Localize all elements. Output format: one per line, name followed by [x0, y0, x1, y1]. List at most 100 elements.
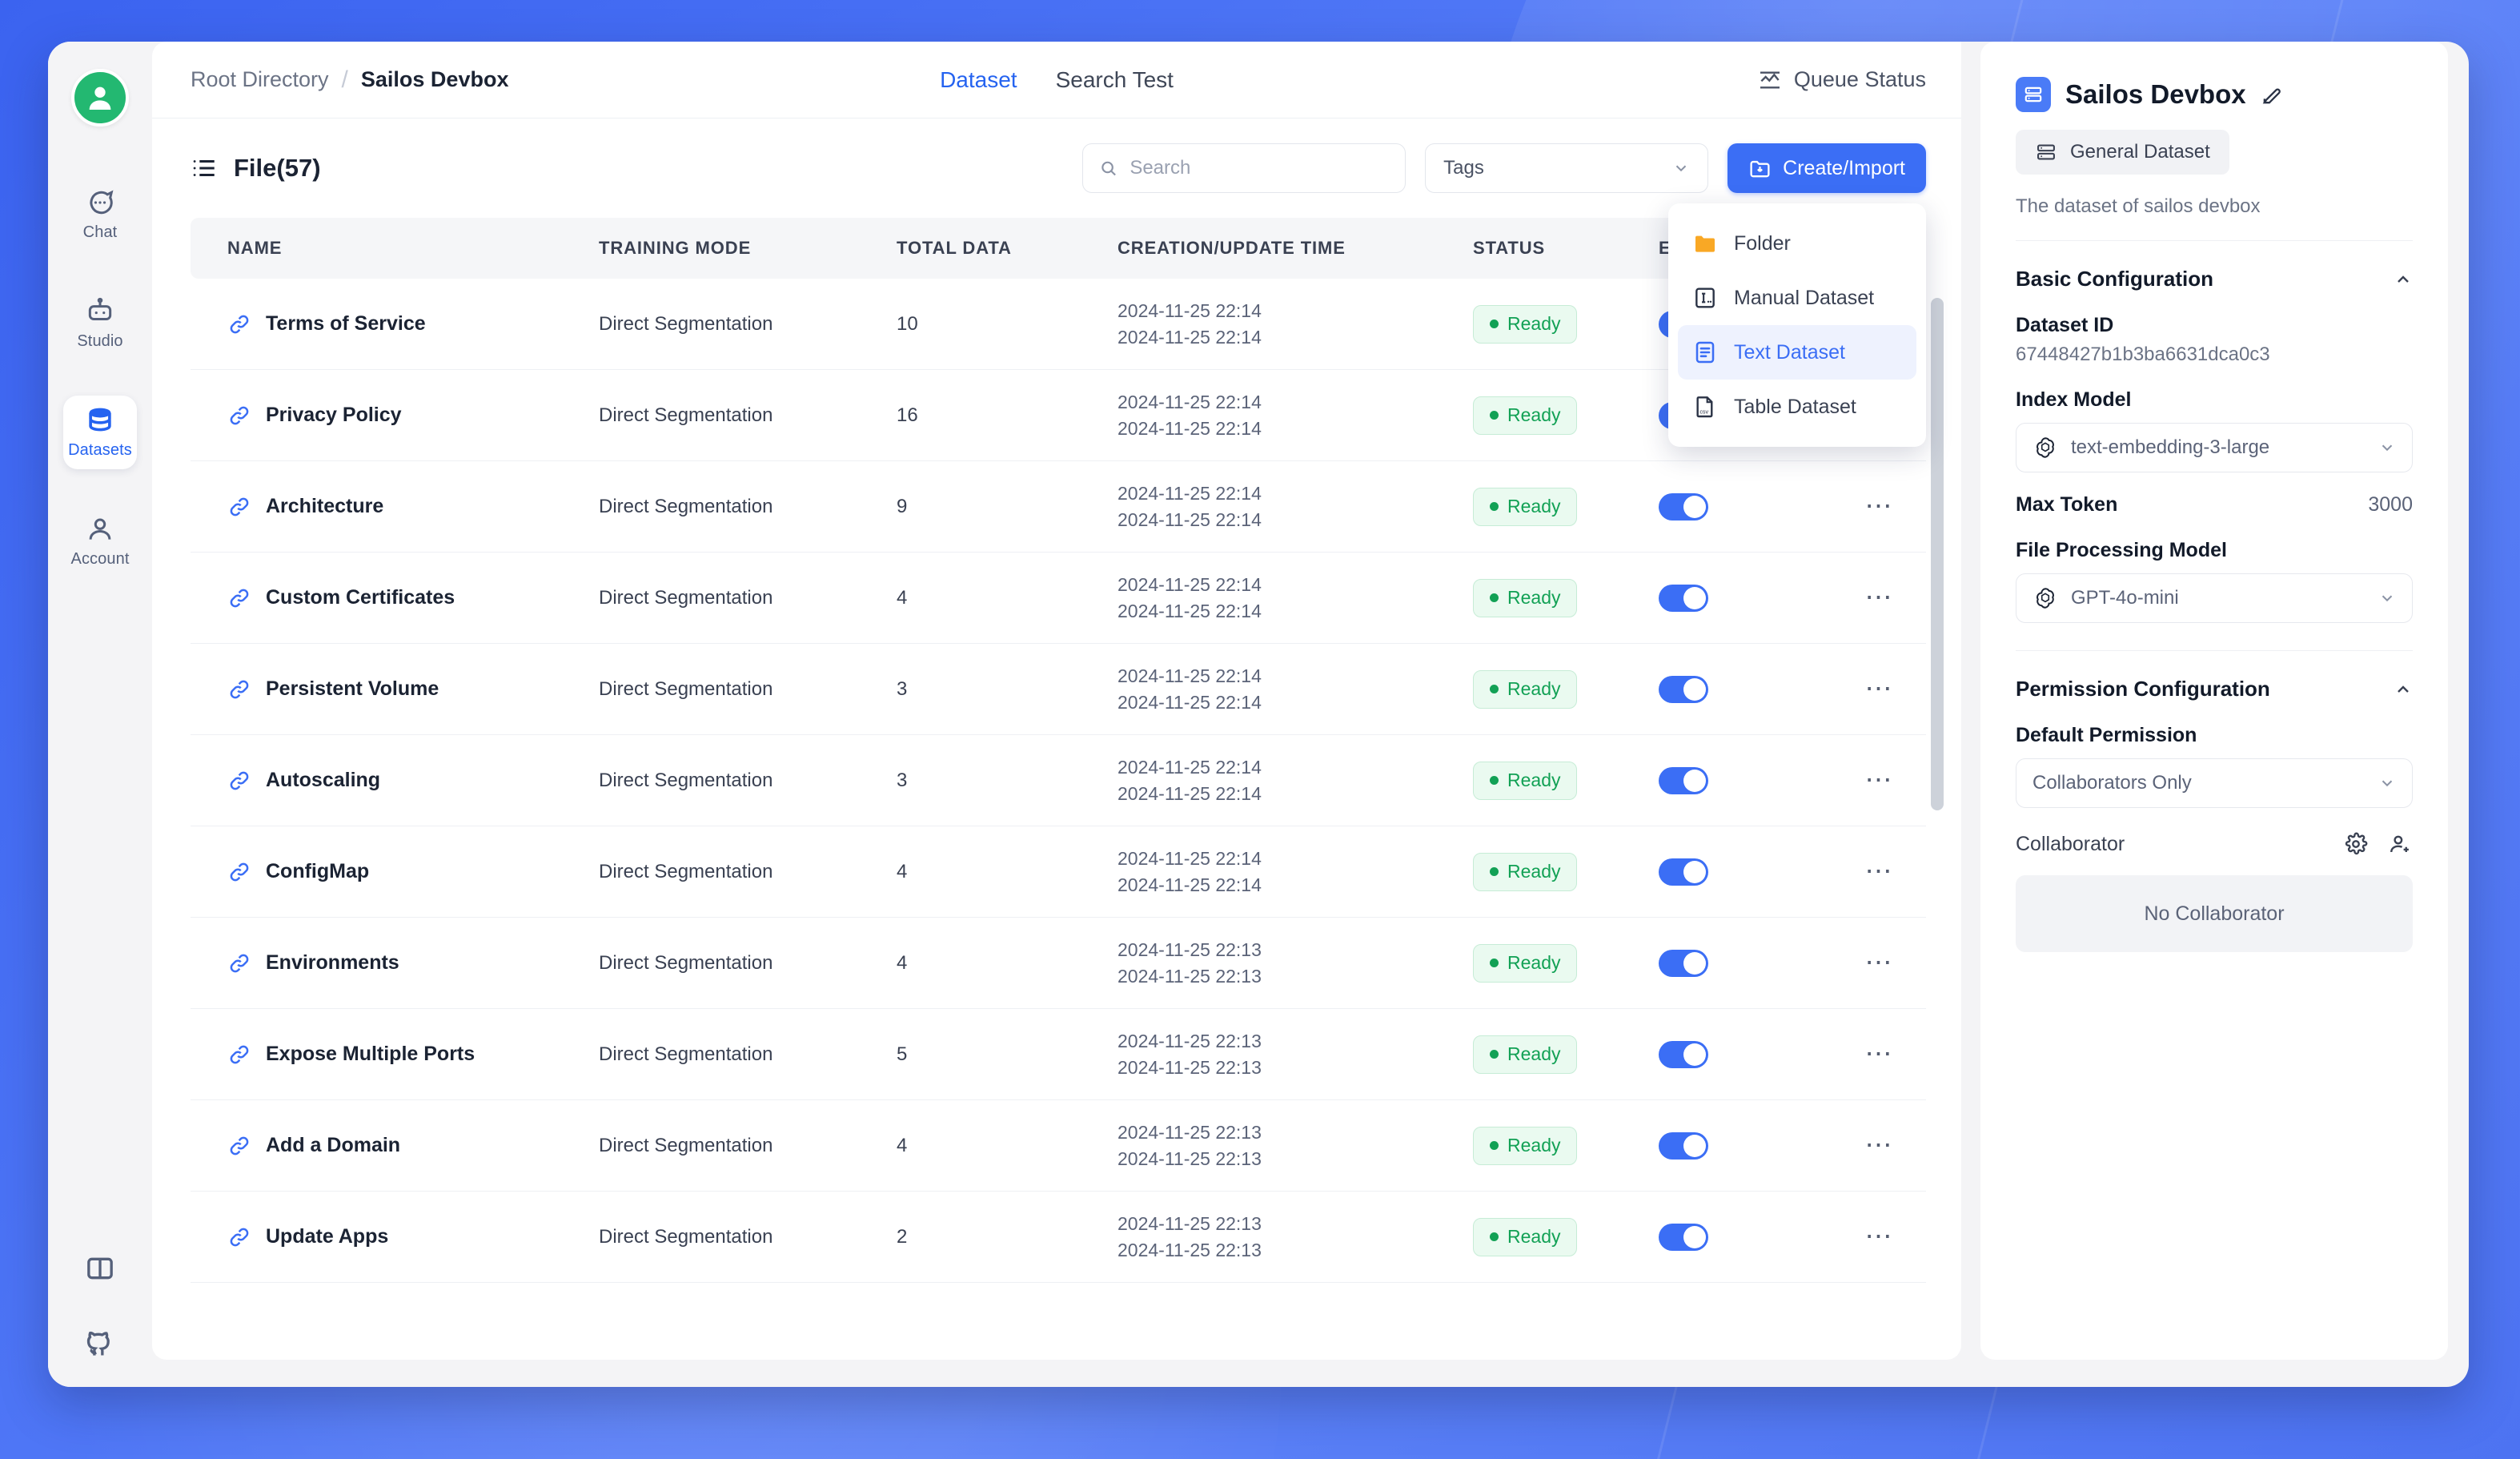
enable-toggle[interactable] — [1659, 949, 1708, 977]
status-label: Ready — [1507, 404, 1561, 425]
training-mode-cell: Direct Segmentation — [599, 769, 773, 791]
table-row[interactable]: Terms of Service Direct Segmentation 10 202… — [191, 279, 1926, 370]
github-icon[interactable] — [84, 1326, 116, 1358]
file-name-cell[interactable]: Expose Multiple Ports — [227, 1043, 583, 1067]
status-label: Ready — [1507, 1043, 1561, 1064]
index-model-select[interactable]: text-embedding-3-large — [2016, 423, 2413, 472]
enable-toggle[interactable] — [1659, 1131, 1708, 1160]
enable-toggle[interactable] — [1659, 584, 1708, 612]
tab-dataset[interactable]: Dataset — [940, 67, 1017, 93]
table-row[interactable]: Add a Domain Direct Segmentation 4 2024-11-… — [191, 1100, 1926, 1192]
sidebar-item-account[interactable]: Account — [63, 504, 137, 578]
link-icon — [230, 771, 249, 790]
gear-icon[interactable] — [2344, 832, 2368, 856]
chevron-down-icon — [2382, 780, 2393, 787]
menu-item-manual-dataset[interactable]: Manual Dataset — [1678, 271, 1916, 325]
enable-toggle[interactable] — [1659, 675, 1708, 703]
table-row[interactable]: Autoscaling Direct Segmentation 3 2024-11-2… — [191, 735, 1926, 826]
chevron-up-icon[interactable] — [2394, 680, 2413, 699]
menu-item-table-dataset[interactable]: csv Table Dataset — [1678, 380, 1916, 434]
time-cell: 2024-11-25 22:13 2024-11-25 22:13 — [1118, 939, 1457, 987]
tags-filter-select[interactable]: Tags — [1425, 143, 1709, 193]
breadcrumb-root[interactable]: Root Directory — [191, 67, 329, 92]
file-name: Expose Multiple Ports — [266, 1043, 476, 1065]
add-user-icon[interactable] — [2389, 832, 2413, 856]
search-input[interactable] — [1130, 157, 1390, 179]
enable-toggle[interactable] — [1659, 492, 1708, 520]
avatar[interactable] — [71, 69, 129, 127]
column-header-time: CREATION/UPDATE TIME — [1118, 238, 1346, 258]
file-processing-model-select[interactable]: GPT-4o-mini — [2016, 573, 2413, 623]
menu-item-folder[interactable]: Folder — [1678, 216, 1916, 271]
file-name-cell[interactable]: Persistent Volume — [227, 677, 583, 701]
tab-search-test[interactable]: Search Test — [1056, 67, 1174, 93]
row-actions-button[interactable]: ⋯ — [1865, 856, 1895, 886]
table-row[interactable]: Architecture Direct Segmentation 9 2024-11-… — [191, 461, 1926, 553]
table-row[interactable]: Expose Multiple Ports Direct Segmentation… — [191, 1009, 1926, 1100]
file-name-cell[interactable]: Architecture — [227, 495, 583, 519]
enable-toggle[interactable] — [1659, 766, 1708, 794]
book-icon[interactable] — [84, 1252, 116, 1284]
table-row[interactable]: Environments Direct Segmentation 4 2024-11-… — [191, 918, 1926, 1009]
row-actions-button[interactable]: ⋯ — [1865, 765, 1895, 795]
queue-status-button[interactable]: Queue Status — [1757, 67, 1926, 93]
row-actions-button[interactable]: ⋯ — [1865, 1130, 1895, 1160]
file-name: Persistent Volume — [266, 677, 439, 700]
sidebar-item-label: Account — [70, 550, 130, 568]
enable-toggle[interactable] — [1659, 1040, 1708, 1068]
training-mode-cell: Direct Segmentation — [599, 1225, 773, 1248]
time-cell: 2024-11-25 22:14 2024-11-25 22:14 — [1118, 757, 1457, 805]
menu-item-text-dataset[interactable]: Text Dataset — [1678, 325, 1916, 380]
table-scrollbar[interactable] — [1931, 298, 1944, 810]
file-name-cell[interactable]: Environments — [227, 951, 583, 975]
row-actions-button[interactable]: ⋯ — [1865, 582, 1895, 613]
table-row[interactable]: Custom Certificates Direct Segmentation 4 2… — [191, 553, 1926, 644]
row-actions-button[interactable]: ⋯ — [1865, 1039, 1895, 1069]
text-document-icon — [1695, 341, 1715, 364]
search-box[interactable] — [1082, 143, 1406, 193]
sidebar-item-datasets[interactable]: Datasets — [63, 396, 137, 469]
dataset-type-chip: General Dataset — [2016, 130, 2229, 175]
file-name-cell[interactable]: Privacy Policy — [227, 404, 583, 428]
created-time: 2024-11-25 22:13 — [1118, 1121, 1262, 1143]
file-name-cell[interactable]: ConfigMap — [227, 860, 583, 884]
total-data-cell: 9 — [897, 495, 908, 517]
sidebar-item-studio[interactable]: Studio — [63, 287, 137, 360]
left-sidebar: Chat Studio Datasets Account — [48, 42, 152, 1387]
default-permission-select[interactable]: Collaborators Only — [2016, 758, 2413, 808]
file-name: Update Apps — [266, 1225, 389, 1248]
dataset-rows-icon — [2024, 86, 2042, 102]
chevron-up-icon[interactable] — [2394, 270, 2413, 289]
enable-toggle[interactable] — [1659, 858, 1708, 886]
table-row[interactable]: Privacy Policy Direct Segmentation 16 2024-… — [191, 370, 1926, 461]
table-row[interactable]: ConfigMap Direct Segmentation 4 2024-11-25 … — [191, 826, 1926, 918]
training-mode-cell: Direct Segmentation — [599, 951, 773, 974]
file-name-cell[interactable]: Add a Domain — [227, 1134, 583, 1158]
edit-pencil-icon[interactable] — [2261, 83, 2284, 107]
table-row[interactable]: Persistent Volume Direct Segmentation 3 202… — [191, 644, 1926, 735]
row-actions-button[interactable]: ⋯ — [1865, 491, 1895, 521]
row-actions-button[interactable]: ⋯ — [1865, 1221, 1895, 1252]
menu-item-label: Text Dataset — [1734, 340, 1845, 364]
file-name-cell[interactable]: Autoscaling — [227, 769, 583, 793]
default-permission-value: Collaborators Only — [2032, 772, 2192, 794]
table-row[interactable]: Update Apps Direct Segmentation 2 2024-11-2… — [191, 1192, 1926, 1283]
breadcrumb-current: Sailos Devbox — [360, 67, 509, 91]
enable-toggle[interactable] — [1659, 1223, 1708, 1251]
created-time: 2024-11-25 22:14 — [1118, 482, 1262, 504]
section-basic-configuration[interactable]: Basic Configuration — [2016, 267, 2413, 291]
row-actions-button[interactable]: ⋯ — [1865, 673, 1895, 704]
created-time: 2024-11-25 22:14 — [1118, 665, 1262, 686]
create-import-button[interactable]: Create/Import — [1727, 143, 1926, 193]
content-card: Root Directory / Sailos Devbox Dataset S… — [152, 42, 1961, 1360]
index-model-label: Index Model — [2016, 388, 2132, 411]
divider — [2016, 240, 2413, 241]
sidebar-item-chat[interactable]: Chat — [63, 178, 137, 251]
file-name-cell[interactable]: Custom Certificates — [227, 586, 583, 610]
list-icon — [193, 159, 215, 177]
file-name-cell[interactable]: Terms of Service — [227, 312, 583, 336]
file-name-cell[interactable]: Update Apps — [227, 1225, 583, 1249]
row-actions-button[interactable]: ⋯ — [1865, 947, 1895, 978]
status-label: Ready — [1507, 313, 1561, 334]
section-permission-configuration[interactable]: Permission Configuration — [2016, 677, 2413, 701]
